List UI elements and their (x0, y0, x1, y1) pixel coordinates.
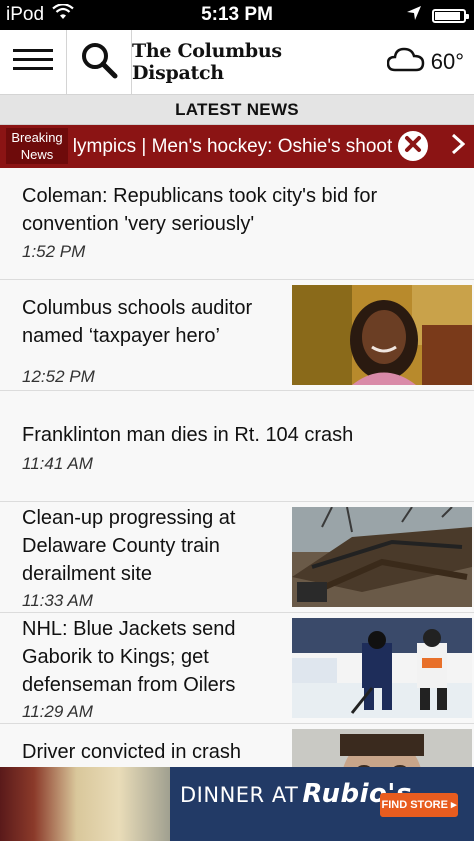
story-item[interactable]: Coleman: Republicans took city's bid for… (0, 168, 474, 279)
story-item[interactable]: Clean-up progressing at Delaware County … (0, 501, 474, 612)
story-item[interactable]: Columbus schools auditor named ‘taxpayer… (0, 279, 474, 390)
ad-headline: DINNER AT Rubio's (180, 779, 412, 809)
story-thumbnail-hockey (292, 618, 472, 718)
story-headline: Franklinton man dies in Rt. 104 crash (22, 424, 354, 446)
story-thumbnail-derailment (292, 507, 472, 607)
top-navbar: The Columbus Dispatch 60° (0, 30, 474, 95)
story-thumbnail-mugshot (292, 729, 472, 768)
battery-icon (432, 9, 469, 23)
story-thumbnail-portrait (292, 285, 472, 385)
story-item[interactable]: Franklinton man dies in Rt. 104 crash 11… (0, 390, 474, 501)
story-list[interactable]: Coleman: Republicans took city's bid for… (0, 168, 474, 768)
weather-widget[interactable]: 60° (386, 30, 464, 94)
story-time: 11:41 AM (22, 454, 93, 473)
story-headline: Coleman: Republicans took city's bid for… (22, 185, 378, 235)
chevron-right-icon (451, 133, 466, 160)
find-store-button[interactable]: FIND STORE ▸ (380, 793, 458, 817)
close-breaking-button[interactable] (398, 131, 428, 161)
breaking-ticker[interactable]: Olympics | Men's hockey: Oshie's shootou… (74, 125, 392, 168)
story-time: 11:33 AM (22, 591, 93, 610)
menu-button[interactable] (0, 30, 67, 94)
story-time: 11:29 AM (22, 702, 93, 721)
close-icon (404, 135, 422, 158)
logo[interactable]: The Columbus Dispatch (132, 30, 342, 94)
hamburger-icon (13, 48, 53, 76)
breaking-news-bar[interactable]: Breaking News Olympics | Men's hockey: O… (0, 125, 474, 168)
ad-food-image (0, 767, 170, 841)
section-title: LATEST NEWS (0, 95, 474, 125)
breaking-label-line1: Breaking (11, 130, 63, 145)
breaking-label-line2: News (20, 147, 54, 162)
story-time: 1:52 PM (22, 242, 86, 261)
ticker-text: Olympics | Men's hockey: Oshie's shootou… (74, 136, 392, 157)
breaking-news-label: Breaking News (6, 128, 68, 164)
cloud-icon (386, 46, 425, 78)
story-item[interactable]: NHL: Blue Jackets send Gaborik to Kings;… (0, 612, 474, 723)
story-headline: Columbus schools auditor named ‘taxpayer… (22, 297, 253, 347)
location-arrow-icon (406, 5, 422, 27)
ad-text: DINNER AT (180, 783, 299, 807)
story-item[interactable]: Driver convicted in crash (0, 723, 474, 768)
status-bar: iPod 5:13 PM (0, 0, 474, 30)
next-breaking-button[interactable] (446, 133, 470, 160)
story-time: 12:52 PM (22, 367, 95, 386)
story-headline: Clean-up progressing at Delaware County … (22, 507, 236, 585)
story-headline: Driver convicted in crash (22, 741, 241, 763)
status-right (406, 5, 469, 27)
weather-temp: 60° (430, 49, 464, 74)
search-icon (80, 41, 118, 84)
story-headline: NHL: Blue Jackets send Gaborik to Kings;… (22, 618, 236, 696)
search-button[interactable] (67, 30, 132, 94)
ad-banner[interactable]: DINNER AT Rubio's FIND STORE ▸ (0, 767, 474, 841)
clock: 5:13 PM (201, 4, 273, 25)
